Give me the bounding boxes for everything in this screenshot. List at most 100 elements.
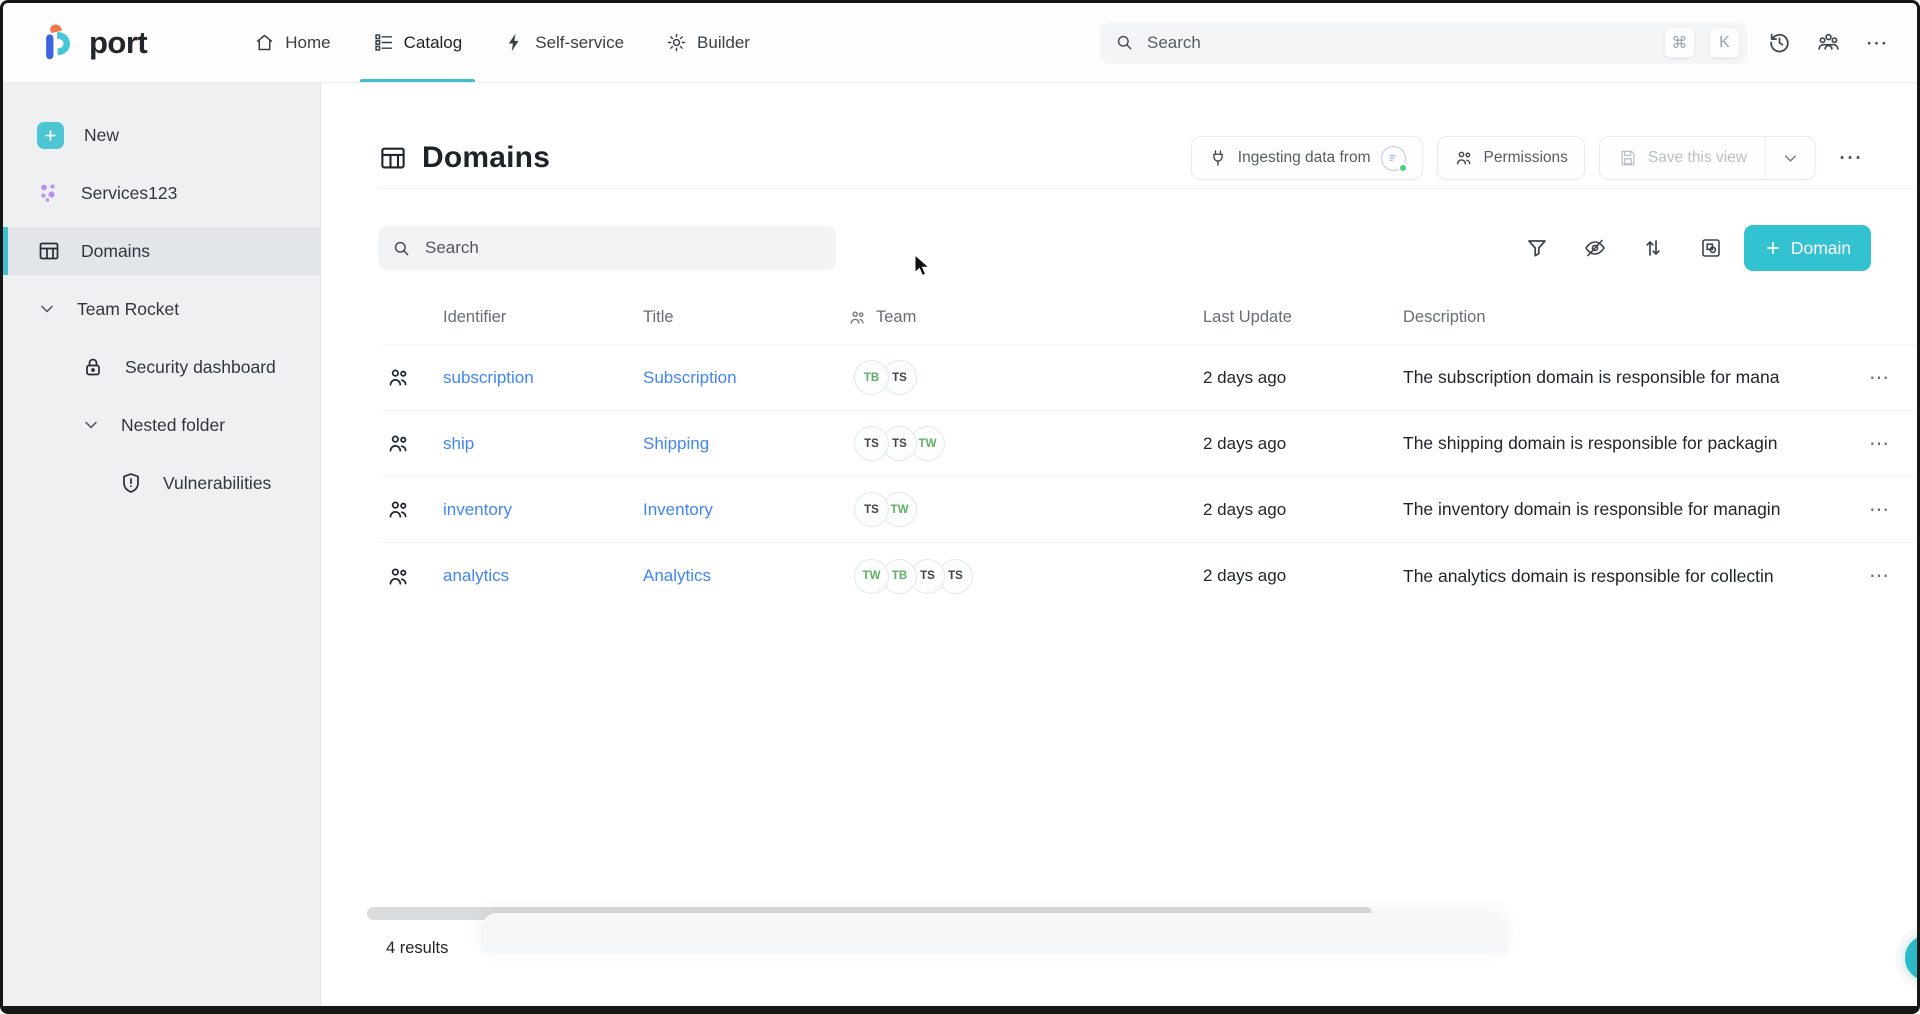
last-update: 2 days ago bbox=[1203, 566, 1403, 586]
sidebar-item-label: Team Rocket bbox=[77, 299, 179, 320]
domain-entity-icon bbox=[386, 431, 411, 456]
title-link[interactable]: Inventory bbox=[643, 500, 713, 519]
sidebar-item-services123[interactable]: Services123 bbox=[3, 169, 320, 217]
table-icon bbox=[378, 143, 408, 173]
avatar[interactable]: TS bbox=[854, 492, 889, 527]
sidebar-item-label: New bbox=[84, 125, 119, 146]
description: The subscription domain is responsible f… bbox=[1403, 367, 1842, 388]
save-view-button: Save this view bbox=[1600, 137, 1765, 179]
nav-label: Self-service bbox=[535, 33, 624, 53]
primary-nav: Home Catalog Self-service Builder bbox=[233, 3, 771, 82]
title-link[interactable]: Analytics bbox=[643, 566, 711, 585]
row-more-button[interactable]: ⋯ bbox=[1842, 499, 1917, 521]
sidebar-folder-nested-folder[interactable]: Nested folder bbox=[3, 401, 320, 449]
domain-entity-icon bbox=[386, 564, 411, 589]
history-icon bbox=[1767, 30, 1792, 55]
user-group-icon bbox=[1454, 148, 1474, 168]
sidebar-item-security-dashboard[interactable]: Security dashboard bbox=[3, 343, 320, 391]
eye-slash-icon bbox=[1583, 236, 1607, 260]
app-window: port Home Catalog Self-service Builder bbox=[0, 0, 1920, 1014]
avatar[interactable]: TB bbox=[854, 360, 889, 395]
avatar[interactable]: TS bbox=[854, 426, 889, 461]
ingesting-data-button[interactable]: Ingesting data from bbox=[1191, 136, 1423, 180]
history-button[interactable] bbox=[1761, 25, 1797, 61]
row-more-button[interactable]: ⋯ bbox=[1842, 433, 1917, 455]
nav-label: Home bbox=[285, 33, 330, 53]
shield-alert-icon bbox=[119, 471, 143, 495]
avatar[interactable]: TW bbox=[854, 559, 889, 594]
add-domain-label: Domain bbox=[1791, 238, 1851, 259]
team-avatars: TB TS bbox=[848, 360, 1203, 395]
identifier-link[interactable]: inventory bbox=[443, 500, 512, 519]
catalog-icon bbox=[373, 32, 394, 53]
last-update: 2 days ago bbox=[1203, 368, 1403, 388]
page-actions: Ingesting data from Permissions bbox=[1191, 136, 1871, 180]
sort-icon bbox=[1641, 236, 1665, 260]
port-logo[interactable]: port bbox=[39, 22, 147, 64]
global-search-input[interactable] bbox=[1145, 32, 1650, 54]
identifier-link[interactable]: analytics bbox=[443, 566, 509, 585]
sidebar-item-new[interactable]: New bbox=[3, 111, 320, 159]
sidebar-item-label: Security dashboard bbox=[125, 357, 276, 378]
group-by-button[interactable] bbox=[1688, 228, 1734, 268]
nav-item-builder[interactable]: Builder bbox=[645, 3, 771, 82]
permissions-button[interactable]: Permissions bbox=[1437, 136, 1585, 180]
table-icon bbox=[37, 239, 61, 263]
sort-button[interactable] bbox=[1630, 228, 1676, 268]
domain-entity-icon bbox=[386, 365, 411, 390]
team-avatars: TS TS TW bbox=[848, 426, 1203, 461]
page-title: Domains bbox=[378, 141, 550, 175]
chevron-down-icon bbox=[37, 299, 57, 319]
page-more-button[interactable]: ⋯ bbox=[1830, 142, 1871, 174]
last-update: 2 days ago bbox=[1203, 434, 1403, 454]
table-row: ship Shipping TS TS TW 2 days ago The sh… bbox=[378, 411, 1917, 477]
save-icon bbox=[1618, 148, 1638, 168]
col-identifier: Identifier bbox=[443, 308, 643, 327]
save-view-button-group: Save this view bbox=[1599, 136, 1816, 180]
people-group-icon bbox=[1816, 30, 1841, 55]
identifier-link[interactable]: subscription bbox=[443, 368, 534, 387]
add-domain-button[interactable]: Domain bbox=[1744, 225, 1871, 271]
results-count: 4 results bbox=[386, 939, 448, 958]
sidebar-item-label: Services123 bbox=[81, 183, 177, 204]
sidebar: New Services123 Domains Team Rocket Secu… bbox=[3, 83, 321, 1006]
table-tools bbox=[1514, 228, 1734, 268]
hide-columns-button[interactable] bbox=[1572, 228, 1618, 268]
table-header: Identifier Title Team Last Update Descri… bbox=[378, 291, 1917, 345]
col-title: Title bbox=[643, 308, 848, 327]
nav-label: Catalog bbox=[404, 33, 463, 53]
save-view-dropdown[interactable] bbox=[1765, 137, 1815, 179]
plus-icon bbox=[37, 122, 64, 149]
nav-item-self-service[interactable]: Self-service bbox=[483, 3, 645, 82]
sidebar-folder-team-rocket[interactable]: Team Rocket bbox=[3, 285, 320, 333]
status-dot bbox=[1398, 163, 1408, 173]
chevron-down-icon bbox=[1781, 149, 1800, 168]
search-icon bbox=[1115, 33, 1134, 52]
table-search[interactable] bbox=[378, 226, 836, 270]
nav-item-home[interactable]: Home bbox=[233, 3, 351, 82]
global-search[interactable]: ⌘ K bbox=[1100, 22, 1747, 64]
user-group-icon bbox=[848, 308, 867, 327]
filter-button[interactable] bbox=[1514, 228, 1560, 268]
chevron-down-icon bbox=[81, 415, 101, 435]
title-link[interactable]: Subscription bbox=[643, 368, 737, 387]
table-search-input[interactable] bbox=[423, 237, 822, 259]
description: The shipping domain is responsible for p… bbox=[1403, 433, 1842, 454]
sidebar-item-vulnerabilities[interactable]: Vulnerabilities bbox=[3, 459, 320, 507]
org-members-button[interactable] bbox=[1810, 25, 1846, 61]
row-more-button[interactable]: ⋯ bbox=[1842, 565, 1917, 587]
description: The inventory domain is responsible for … bbox=[1403, 499, 1842, 520]
row-more-button[interactable]: ⋯ bbox=[1842, 367, 1917, 389]
sidebar-item-domains[interactable]: Domains bbox=[3, 227, 320, 275]
nav-item-catalog[interactable]: Catalog bbox=[352, 3, 484, 82]
topbar-more-button[interactable]: ⋯ bbox=[1859, 25, 1895, 61]
bottom-sheet-edge bbox=[481, 913, 1507, 953]
save-view-label: Save this view bbox=[1648, 149, 1747, 167]
title-link[interactable]: Shipping bbox=[643, 434, 709, 453]
identifier-link[interactable]: ship bbox=[443, 434, 474, 453]
home-icon bbox=[254, 32, 275, 53]
port-logo-icon bbox=[39, 22, 81, 64]
brand-name: port bbox=[89, 25, 147, 61]
description: The analytics domain is responsible for … bbox=[1403, 566, 1842, 587]
plug-icon bbox=[1208, 148, 1228, 168]
